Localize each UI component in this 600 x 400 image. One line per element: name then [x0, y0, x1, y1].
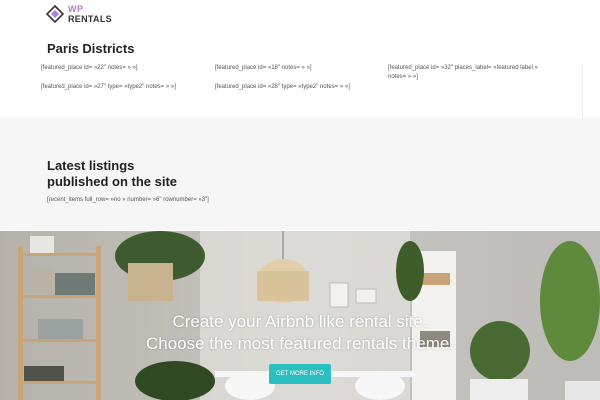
shortcode-item: [featured_place id= »27" type= »type2" n…	[41, 84, 176, 90]
get-more-info-button[interactable]: GET MORE INFO	[269, 364, 331, 384]
listings-shortcode: [recent_items full_row= »no » number= »6…	[47, 197, 209, 203]
logo-diamond-icon	[46, 5, 64, 23]
shortcode-item: [featured_place id= »18" notes= » »]	[215, 65, 312, 71]
districts-title: Paris Districts	[47, 41, 135, 56]
hero-line1: Create your Airbnb like rental site.	[172, 312, 428, 331]
hero-headline: Create your Airbnb like rental site. Cho…	[0, 311, 600, 355]
logo-text: WP RENTALS	[68, 4, 112, 24]
logo-rentals: RENTALS	[68, 14, 112, 24]
listings-title-line1: Latest listings	[47, 158, 135, 173]
shortcode-item: [featured_place id= »28" type= »type2" n…	[215, 84, 350, 90]
site-header: WP RENTALS	[0, 0, 600, 32]
site-logo[interactable]: WP RENTALS	[46, 4, 112, 24]
hero-line2: Choose the most featured rentals theme.	[145, 334, 455, 353]
shortcode-item: [featured_place id= »32" places_label= »…	[388, 65, 538, 80]
logo-wp: WP	[68, 4, 84, 14]
shortcode-item: [featured_place id= »22" notes= » »]	[41, 65, 138, 71]
listings-title-line2: published on the site	[47, 174, 178, 189]
